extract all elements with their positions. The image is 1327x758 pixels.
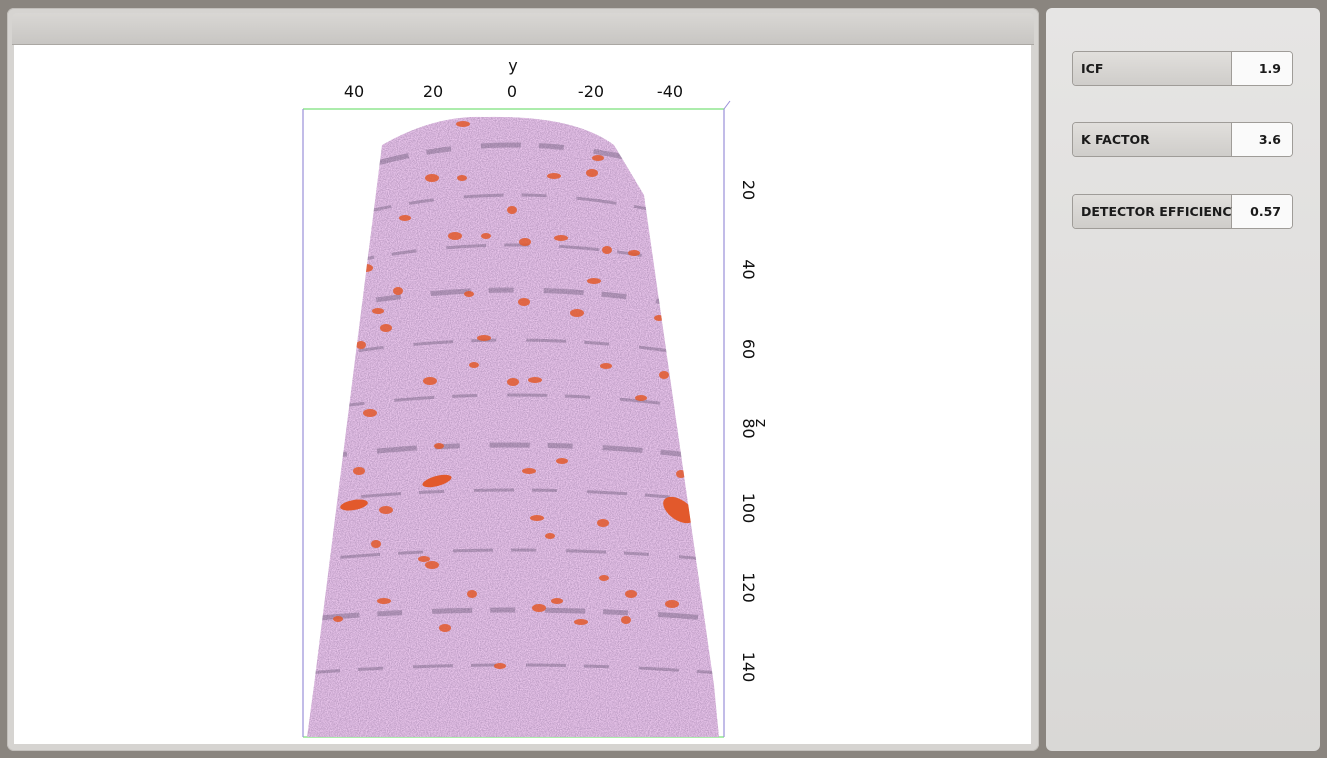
cluster — [621, 616, 631, 624]
cluster — [359, 264, 373, 272]
cluster — [377, 598, 391, 604]
cluster — [597, 519, 609, 527]
cluster — [635, 395, 647, 401]
cluster — [356, 341, 366, 349]
cluster — [522, 468, 536, 474]
detector-efficiency-label: DETECTOR EFFICIENCY — [1073, 195, 1241, 228]
cluster — [545, 533, 555, 539]
cluster — [574, 619, 588, 625]
cluster — [399, 215, 411, 221]
y-tick-label: 40 — [344, 82, 364, 101]
cluster — [379, 506, 393, 514]
cluster — [599, 575, 609, 581]
cluster — [393, 287, 403, 295]
cluster — [518, 298, 530, 306]
cluster — [467, 590, 477, 598]
cluster — [353, 467, 365, 475]
cluster — [371, 540, 381, 548]
cluster — [333, 616, 343, 622]
k-factor-field[interactable]: K FACTOR 3.6 — [1072, 122, 1293, 157]
z-axis-ticks: 20406080100120140 — [739, 180, 758, 682]
cluster — [547, 173, 561, 179]
cluster — [448, 232, 462, 240]
z-axis-label: z — [752, 419, 771, 427]
cluster — [551, 598, 563, 604]
cluster — [423, 377, 437, 385]
z-tick-label: 100 — [739, 493, 758, 524]
cluster — [665, 600, 679, 608]
cluster — [600, 363, 612, 369]
cluster — [464, 291, 474, 297]
z-tick-label: 140 — [739, 652, 758, 683]
parameters-panel: ICF 1.9 K FACTOR 3.6 DETECTOR EFFICIENCY… — [1046, 8, 1320, 751]
k-factor-value[interactable]: 3.6 — [1232, 123, 1292, 156]
cluster — [587, 278, 601, 284]
cluster — [477, 335, 491, 341]
cluster — [507, 378, 519, 386]
y-tick-label: 0 — [507, 82, 517, 101]
z-tick-label: 60 — [739, 339, 758, 359]
point-cloud-grain — [307, 116, 719, 737]
cluster — [425, 174, 439, 182]
k-factor-label: K FACTOR — [1073, 123, 1232, 156]
cluster — [456, 121, 470, 127]
cluster — [602, 246, 612, 254]
cluster — [494, 663, 506, 669]
atom-probe-plot[interactable]: y 40 20 0 -20 -40 20406080100120140 z — [14, 45, 1031, 744]
cluster — [439, 624, 451, 632]
cluster — [457, 175, 467, 181]
cluster — [425, 561, 439, 569]
cluster — [570, 309, 584, 317]
cluster — [469, 362, 479, 368]
cluster — [528, 377, 542, 383]
cluster — [592, 155, 604, 161]
z-tick-label: 120 — [739, 572, 758, 603]
cluster — [380, 324, 392, 332]
z-tick-label: 40 — [739, 259, 758, 279]
icf-value[interactable]: 1.9 — [1232, 52, 1292, 85]
box-corner-edge — [723, 100, 731, 110]
cluster — [519, 238, 531, 246]
y-axis-ticks: 40 20 0 -20 -40 — [344, 82, 683, 101]
cluster — [659, 371, 669, 379]
cluster — [554, 235, 568, 241]
cluster — [507, 206, 517, 214]
detector-efficiency-value[interactable]: 0.57 — [1232, 195, 1292, 228]
y-tick-label: -20 — [578, 82, 604, 101]
cluster — [434, 443, 444, 449]
cluster — [530, 515, 544, 521]
cluster — [481, 233, 491, 239]
viewer-title-bar — [12, 13, 1034, 45]
detector-efficiency-field[interactable]: DETECTOR EFFICIENCY 0.57 — [1072, 194, 1293, 229]
cluster — [548, 98, 558, 104]
cluster — [676, 470, 686, 478]
viewer-panel: y 40 20 0 -20 -40 20 40 60 80 100 120 140 z — [7, 8, 1039, 751]
cluster — [586, 169, 598, 177]
cluster — [532, 604, 546, 612]
cluster — [628, 250, 640, 256]
icf-field[interactable]: ICF 1.9 — [1072, 51, 1293, 86]
cluster — [363, 409, 377, 417]
y-tick-label: -40 — [657, 82, 683, 101]
y-axis-label: y — [508, 56, 517, 75]
cluster — [418, 556, 430, 562]
cluster — [372, 308, 384, 314]
icf-label: ICF — [1073, 52, 1232, 85]
cluster — [625, 590, 637, 598]
3d-viewport[interactable]: y 40 20 0 -20 -40 20 40 60 80 100 120 140 z — [14, 45, 1031, 744]
cluster — [654, 315, 664, 321]
cluster — [556, 458, 568, 464]
z-tick-label: 20 — [739, 180, 758, 200]
cluster — [581, 120, 591, 128]
y-tick-label: 20 — [423, 82, 443, 101]
